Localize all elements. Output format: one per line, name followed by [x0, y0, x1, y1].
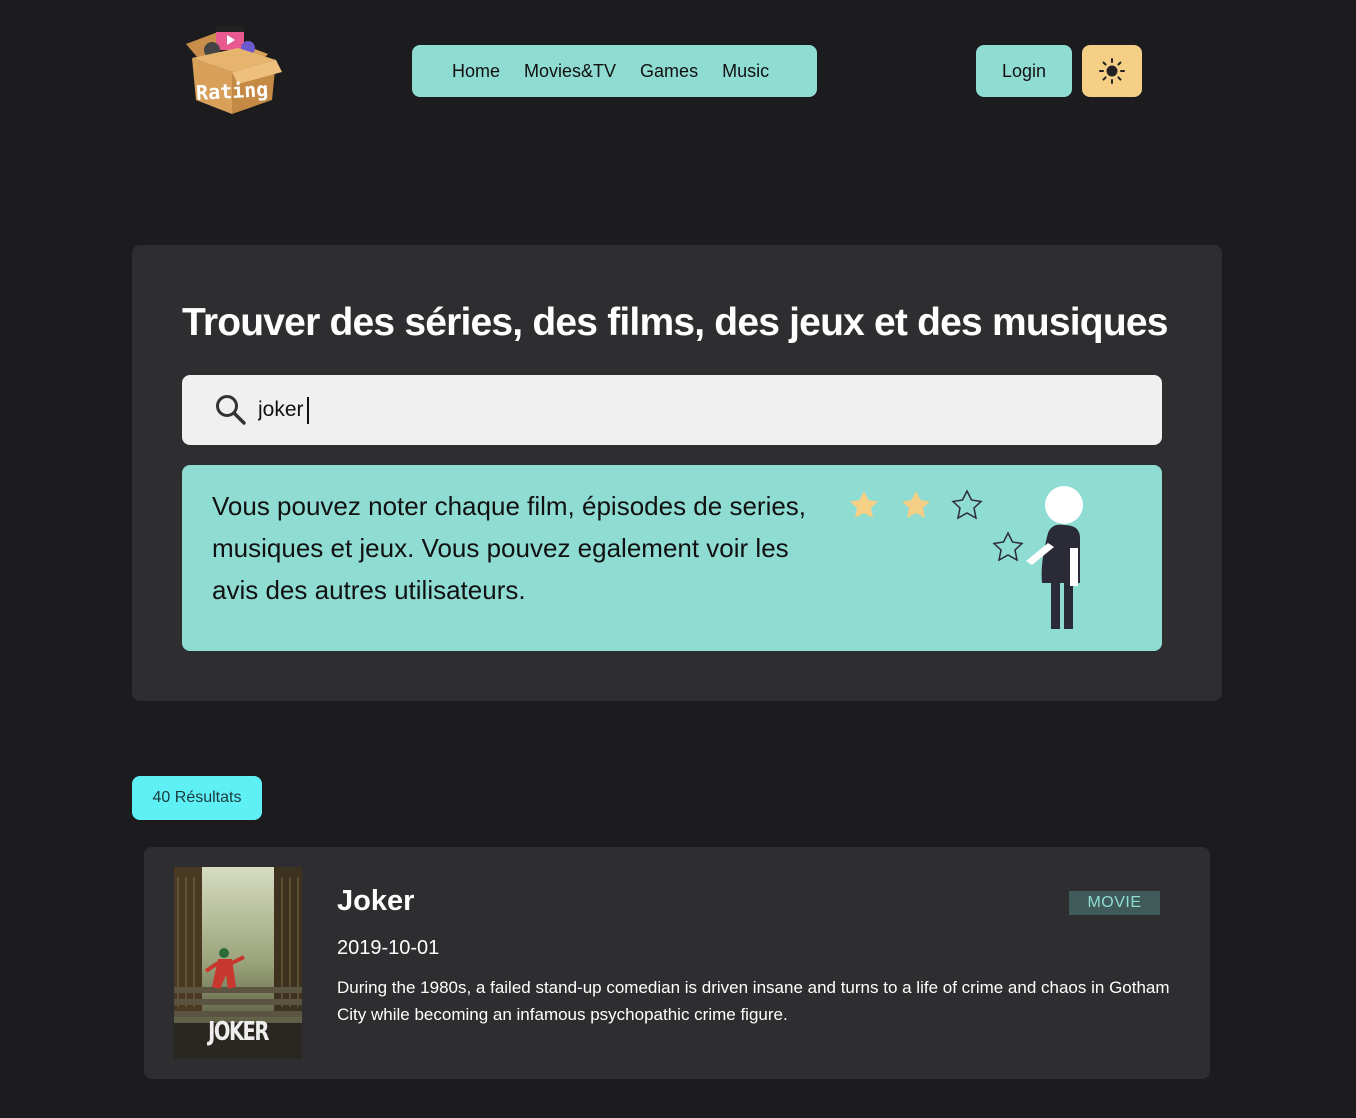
nav-music[interactable]: Music	[722, 61, 769, 82]
rating-illustration	[850, 486, 1083, 629]
text-caret	[307, 397, 309, 424]
result-card[interactable]: JOKER Joker 2019-10-01 During the 1980s,…	[144, 847, 1210, 1079]
results-count-badge: 40 Résultats	[132, 776, 262, 820]
result-description: During the 1980s, a failed stand-up come…	[337, 978, 1170, 1024]
sun-icon	[1099, 58, 1125, 84]
star-outline-icon	[951, 489, 983, 520]
hero-panel: Trouver des séries, des films, des jeux …	[132, 245, 1222, 701]
result-title: Joker	[337, 885, 415, 917]
star-outline-icon	[992, 531, 1024, 562]
result-date: 2019-10-01	[337, 937, 440, 959]
nav-movies-tv[interactable]: Movies&TV	[524, 61, 616, 82]
search-bar[interactable]	[182, 375, 1162, 445]
search-icon	[216, 395, 246, 425]
info-text: Vous pouvez noter chaque film, épisodes …	[212, 491, 807, 605]
info-banner: Vous pouvez noter chaque film, épisodes …	[182, 465, 1162, 651]
star-filled-icon	[902, 491, 930, 518]
poster-image: JOKER	[174, 867, 302, 1059]
logo-text: Rating	[195, 77, 269, 105]
star-filled-icon	[850, 491, 878, 518]
poster-title: JOKER	[208, 1017, 269, 1047]
page-title: Trouver des séries, des films, des jeux …	[182, 301, 1168, 344]
nav-games[interactable]: Games	[640, 61, 698, 82]
search-input[interactable]	[258, 391, 1138, 429]
type-badge: MOVIE	[1069, 891, 1160, 915]
logo[interactable]: Rating	[178, 24, 284, 116]
nav-home[interactable]: Home	[452, 61, 500, 82]
login-button[interactable]: Login	[976, 45, 1072, 97]
main-nav: Home Movies&TV Games Music	[412, 45, 817, 97]
theme-toggle-button[interactable]	[1082, 45, 1142, 97]
